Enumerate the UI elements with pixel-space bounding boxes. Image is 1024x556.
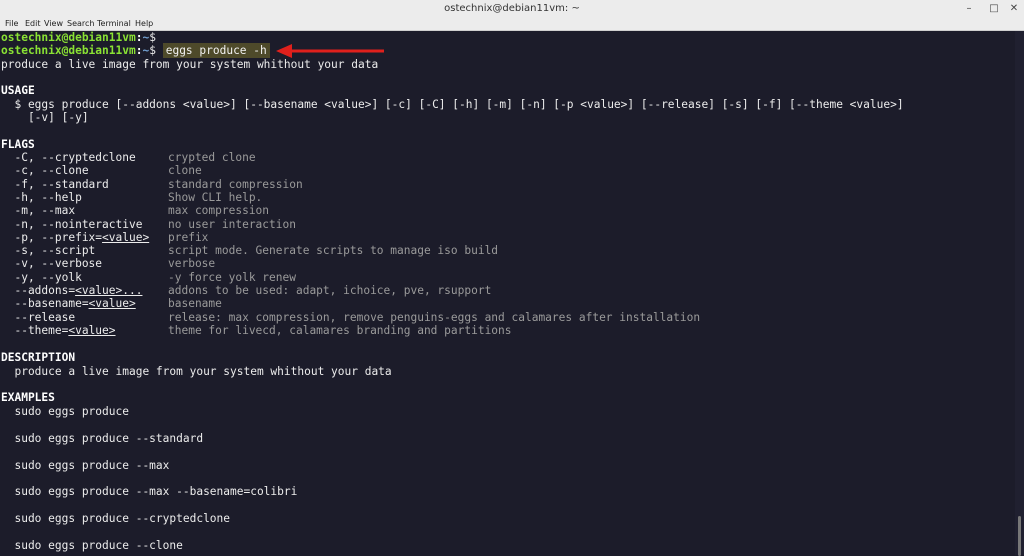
flag-row: --release release: max compression, remov… <box>1 310 700 324</box>
usage-heading: USAGE <box>1 84 35 97</box>
menu-terminal[interactable]: Terminal <box>97 18 131 30</box>
menu-bar: File Edit View Search Terminal Help <box>0 18 1024 31</box>
example-item: sudo eggs produce --cryptedclone <box>1 512 231 525</box>
flag-name: --theme= <box>1 323 69 337</box>
flag-argument: <value> <box>102 230 150 244</box>
flag-description: verbose <box>168 257 216 271</box>
flag-row: -p, --prefix=<value> prefix <box>1 230 208 244</box>
flag-name: -c, --clone <box>1 164 89 178</box>
prompt-line-command: ostechnix@debian11vm:~$ eggs produce -h <box>1 43 270 58</box>
flag-description: theme for livecd, calamares branding and… <box>168 323 512 337</box>
flag-name: --basename= <box>1 297 89 311</box>
flag-row: --theme=<value> theme for livecd, calamar… <box>1 323 511 337</box>
red-arrow-icon <box>276 44 384 58</box>
flag-name: -C, --cryptedclone <box>1 151 136 164</box>
close-button[interactable]: ✕ <box>1008 3 1020 15</box>
flag-name: --release <box>1 310 76 324</box>
flag-name: -f, --standard <box>1 177 109 191</box>
flag-description: release: max compression, remove penguin… <box>168 310 701 324</box>
flag-description: no user interaction <box>168 217 296 231</box>
example-item: sudo eggs produce --standard <box>1 432 204 445</box>
flag-description: script mode. Generate scripts to manage … <box>168 244 499 258</box>
example-item: sudo eggs produce --max <box>1 459 170 472</box>
description-text: produce a live image from your system wh… <box>1 365 392 378</box>
example-item: sudo eggs produce <box>1 405 129 418</box>
flag-row: -v, --verbose verbose <box>1 257 215 271</box>
flag-row: -C, --cryptedclone crypted clone <box>1 151 255 164</box>
flag-row: -n, --nointeractive no user interaction <box>1 217 296 231</box>
flag-row: --addons=<value>... addons to be used: ad… <box>1 284 491 297</box>
prompt-symbol: $ <box>149 31 156 44</box>
menu-edit[interactable]: Edit <box>25 18 41 30</box>
flag-name: -n, --nointeractive <box>1 217 143 231</box>
window-title: ostechnix@debian11vm: ~ <box>444 3 580 14</box>
flag-description: Show CLI help. <box>168 190 263 204</box>
scrollbar-thumb[interactable] <box>1018 516 1021 556</box>
terminal-output[interactable]: ostechnix@debian11vm:~$ ostechnix@debian… <box>0 31 1015 555</box>
flag-name: -y, --yolk <box>1 270 82 284</box>
flag-row: -h, --help Show CLI help. <box>1 190 262 204</box>
flag-description: clone <box>168 164 202 178</box>
minimize-button[interactable]: – <box>963 3 975 15</box>
example-item: sudo eggs produce --max --basename=colib… <box>1 485 298 498</box>
flag-description: standard compression <box>168 177 303 191</box>
menu-file[interactable]: File <box>5 18 18 30</box>
flag-description: max compression <box>168 204 270 218</box>
description-heading: DESCRIPTION <box>1 351 76 364</box>
flag-argument: <value>... <box>75 284 143 297</box>
menu-view[interactable]: View <box>44 18 63 30</box>
flag-description: basename <box>168 297 222 311</box>
prompt-symbol: $ <box>149 44 156 57</box>
flag-name: -v, --verbose <box>1 257 103 271</box>
scrollbar[interactable] <box>1015 31 1024 556</box>
menu-search[interactable]: Search <box>67 18 94 30</box>
flag-row: --basename=<value> basename <box>1 297 221 311</box>
flag-description: prefix <box>168 230 209 244</box>
summary-text: produce a live image from your system wh… <box>1 58 379 71</box>
maximize-button[interactable]: □ <box>988 3 1000 15</box>
usage-line-2: [-v] [-y] <box>1 111 89 124</box>
flag-row: -c, --clone clone <box>1 164 201 178</box>
prompt-line-empty: ostechnix@debian11vm:~$ <box>1 31 156 44</box>
flag-row: -s, --script script mode. Generate script… <box>1 244 498 258</box>
example-item: sudo eggs produce --clone <box>1 539 183 552</box>
flags-heading: FLAGS <box>1 138 35 151</box>
prompt-user: ostechnix@debian11vm <box>1 31 136 44</box>
flag-name: -s, --script <box>1 244 96 258</box>
flag-description: addons to be used: adapt, ichoice, pve, … <box>168 284 492 297</box>
flag-name: --addons= <box>1 284 76 297</box>
flag-description: -y force yolk renew <box>168 270 296 284</box>
menu-help[interactable]: Help <box>135 18 153 30</box>
flag-row: -y, --yolk -y force yolk renew <box>1 270 296 284</box>
flag-row: -f, --standard standard compression <box>1 177 302 191</box>
prompt-user: ostechnix@debian11vm <box>1 44 136 57</box>
flag-name: -h, --help <box>1 190 82 204</box>
flag-description: crypted clone <box>168 151 256 164</box>
highlighted-command: eggs produce -h <box>162 43 270 58</box>
flag-name: -m, --max <box>1 204 76 218</box>
flag-name: -p, --prefix= <box>1 230 103 244</box>
usage-line-1: $ eggs produce [--addons <value>] [--bas… <box>1 98 904 111</box>
flag-argument: <value> <box>88 297 136 311</box>
flag-row: -m, --max max compression <box>1 204 269 218</box>
examples-heading: EXAMPLES <box>1 391 55 404</box>
window-titlebar[interactable]: ostechnix@debian11vm: ~ – □ ✕ <box>0 0 1024 19</box>
flag-argument: <value> <box>68 323 116 337</box>
